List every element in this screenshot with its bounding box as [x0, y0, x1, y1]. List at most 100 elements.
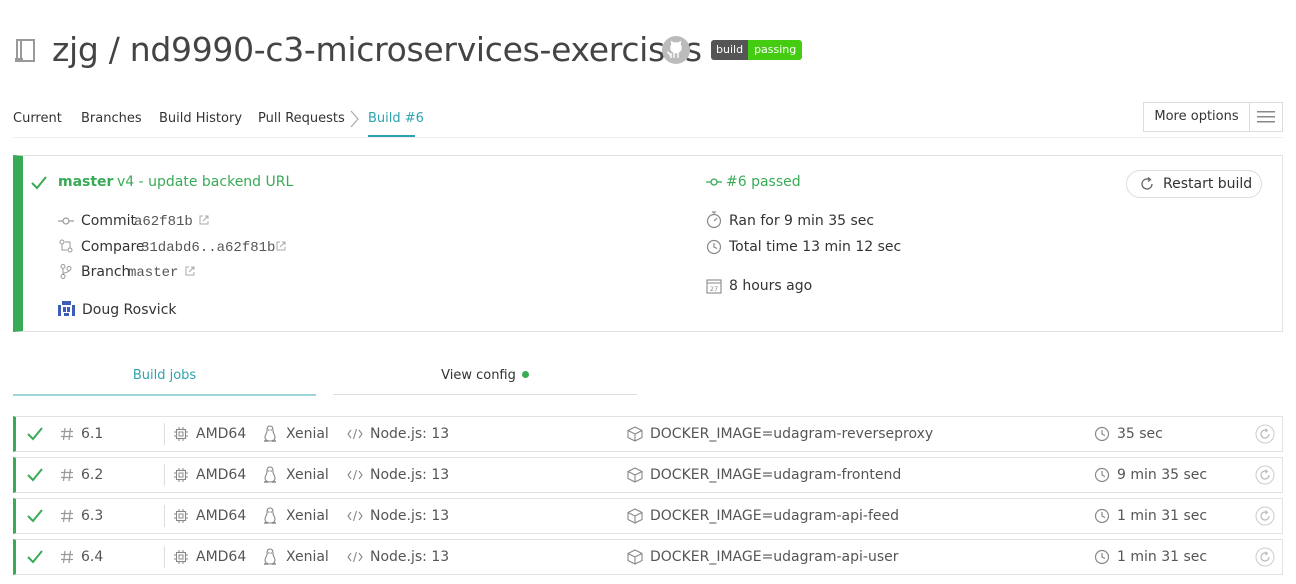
stopwatch-icon: [706, 211, 722, 229]
code-icon: [347, 499, 363, 533]
check-icon: [27, 540, 43, 574]
tab-branches[interactable]: Branches: [81, 111, 142, 127]
compare-icon: [59, 239, 73, 253]
clock-icon: [706, 239, 722, 255]
clock-icon: [1094, 458, 1110, 492]
compare-range[interactable]: 31dabd6..a62f81b: [141, 239, 275, 257]
code-icon: [347, 417, 363, 451]
commit-message[interactable]: v4 - update backend URL: [117, 173, 293, 191]
restart-job-icon[interactable]: [1255, 499, 1275, 533]
job-number[interactable]: 6.1: [81, 417, 103, 451]
linux-icon: [262, 540, 278, 574]
restart-job-icon[interactable]: [1255, 540, 1275, 574]
restart-icon: [1139, 176, 1155, 192]
tab-view-config-underline: [333, 394, 637, 395]
package-icon: [627, 458, 643, 492]
package-icon: [627, 540, 643, 574]
job-duration: 1 min 31 sec: [1117, 508, 1208, 524]
cpu-icon: [173, 417, 189, 451]
code-icon: [347, 540, 363, 574]
divider: [164, 464, 165, 486]
branch-label: Branch: [81, 264, 131, 280]
cpu-icon: [173, 499, 189, 533]
job-env: DOCKER_IMAGE=udagram-api-user: [650, 549, 899, 565]
job-arch: AMD64: [196, 426, 247, 442]
restart-job-icon[interactable]: [1255, 458, 1275, 492]
divider: [164, 505, 165, 527]
clock-icon: [1094, 499, 1110, 533]
total-time: Total time 13 min 12 sec: [729, 239, 902, 255]
job-language: Node.js: 13: [370, 426, 450, 442]
external-link-icon[interactable]: [185, 266, 195, 276]
job-row[interactable]: 6.1 AMD64 Xenial Node.js: 13 DOCKER_IMAGE=ud…: [13, 416, 1283, 452]
repo-icon: [14, 38, 36, 64]
repo-title: zjg / nd9990-c3-microservices-exercises: [52, 30, 702, 69]
external-link-icon[interactable]: [199, 215, 209, 225]
avatar: [58, 301, 75, 316]
job-duration: 35 sec: [1117, 426, 1163, 442]
build-status[interactable]: #6 passed: [726, 173, 801, 191]
tab-build-6[interactable]: Build #6: [368, 111, 424, 127]
restart-job-icon[interactable]: [1255, 417, 1275, 451]
job-language: Node.js: 13: [370, 549, 450, 565]
job-row[interactable]: 6.3 AMD64 Xenial Node.js: 13 DOCKER_IMAGE=ud…: [13, 498, 1283, 534]
job-os: Xenial: [286, 467, 329, 483]
job-row[interactable]: 6.4 AMD64 Xenial Node.js: 13 DOCKER_IMAGE=ud…: [13, 539, 1283, 575]
tab-current[interactable]: Current: [13, 111, 62, 127]
divider: [164, 423, 165, 445]
calendar-icon: 27: [706, 278, 722, 294]
linux-icon: [262, 458, 278, 492]
branch-link[interactable]: master: [58, 173, 113, 191]
restart-build-button[interactable]: Restart build: [1126, 170, 1262, 198]
more-options-label: More options: [1144, 103, 1250, 131]
hash-icon: [60, 458, 74, 492]
package-icon: [627, 417, 643, 451]
job-arch: AMD64: [196, 467, 247, 483]
config-status-dot: [521, 371, 529, 378]
hash-icon: [60, 499, 74, 533]
code-icon: [347, 458, 363, 492]
build-status-badge[interactable]: build passing: [711, 40, 803, 60]
commit-icon: [706, 177, 722, 187]
commit-hash[interactable]: a62f81b: [134, 213, 193, 231]
job-duration: 1 min 31 sec: [1117, 549, 1208, 565]
commit-icon: [58, 216, 74, 226]
tab-build-history[interactable]: Build History: [159, 111, 242, 127]
author-name: Doug Rosvick: [82, 302, 177, 318]
external-link-icon[interactable]: [276, 241, 286, 251]
job-number[interactable]: 6.4: [81, 540, 103, 574]
job-row[interactable]: 6.2 AMD64 Xenial Node.js: 13 DOCKER_IMAGE=ud…: [13, 457, 1283, 493]
tab-pull-requests[interactable]: Pull Requests: [258, 111, 345, 127]
active-tab-underline: [368, 135, 415, 137]
cpu-icon: [173, 458, 189, 492]
badge-status: passing: [748, 40, 803, 60]
calendar-day: 27: [710, 285, 718, 293]
hamburger-icon: [1250, 103, 1282, 131]
github-icon[interactable]: [661, 35, 691, 65]
ran-for: Ran for 9 min 35 sec: [729, 213, 875, 229]
branch-icon: [60, 264, 72, 279]
tab-build-jobs[interactable]: Build jobs: [13, 368, 316, 383]
job-number[interactable]: 6.3: [81, 499, 103, 533]
job-arch: AMD64: [196, 549, 247, 565]
more-options-button[interactable]: More options: [1143, 102, 1283, 132]
check-icon: [27, 458, 43, 492]
hash-icon: [60, 540, 74, 574]
job-number[interactable]: 6.2: [81, 458, 103, 492]
job-env: DOCKER_IMAGE=udagram-frontend: [650, 467, 902, 483]
commit-label: Commit: [81, 213, 136, 229]
compare-label: Compare: [81, 239, 145, 255]
divider: [164, 546, 165, 568]
job-os: Xenial: [286, 549, 329, 565]
branch-name[interactable]: master: [128, 264, 178, 282]
restart-build-label: Restart build: [1163, 176, 1253, 192]
tab-build-jobs-underline: [13, 394, 316, 396]
linux-icon: [262, 499, 278, 533]
check-icon: [31, 176, 47, 190]
hash-icon: [60, 417, 74, 451]
check-icon: [27, 417, 43, 451]
clock-icon: [1094, 540, 1110, 574]
linux-icon: [262, 417, 278, 451]
tab-view-config[interactable]: View config: [333, 368, 637, 383]
job-env: DOCKER_IMAGE=udagram-reverseproxy: [650, 426, 934, 442]
